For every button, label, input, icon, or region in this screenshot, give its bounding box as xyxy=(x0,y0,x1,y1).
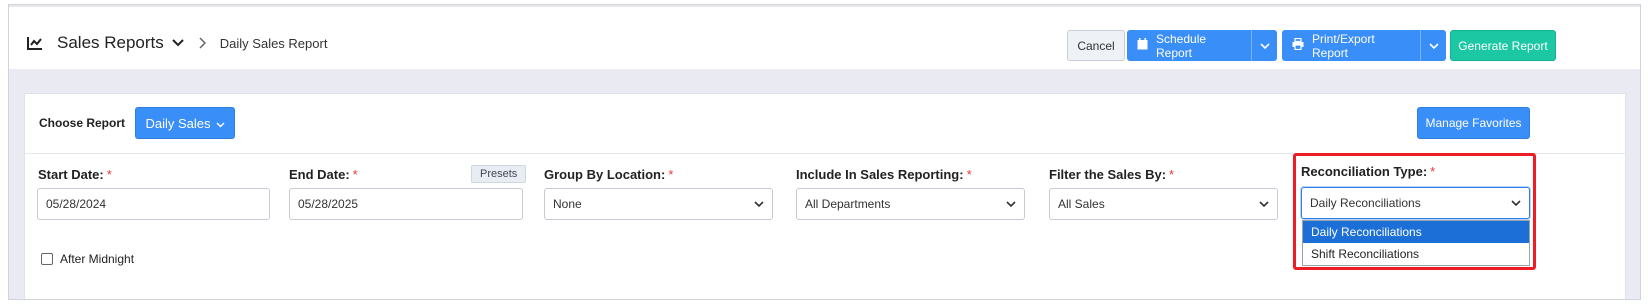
print-export-button[interactable]: Print/Export Report xyxy=(1282,30,1420,61)
end-date-label-text: End Date: xyxy=(289,167,350,182)
group-by-label-text: Group By Location: xyxy=(544,167,666,182)
start-date-input[interactable]: 05/28/2024 xyxy=(37,188,270,220)
group-by-value: None xyxy=(553,197,582,211)
chevron-down-icon[interactable] xyxy=(172,38,184,48)
filter-label: Filter the Sales By: * xyxy=(1049,167,1174,182)
chevron-down-icon xyxy=(1006,197,1016,211)
group-by-select[interactable]: None xyxy=(544,188,773,220)
chevron-down-icon xyxy=(1259,37,1270,55)
group-by-label: Group By Location: * xyxy=(544,167,673,182)
manage-favorites-button[interactable]: Manage Favorites xyxy=(1417,107,1530,139)
filter-select[interactable]: All Sales xyxy=(1049,188,1278,220)
chevron-down-icon xyxy=(1428,37,1439,55)
required-mark: * xyxy=(352,167,358,182)
include-label: Include In Sales Reporting: * xyxy=(796,167,972,182)
chevron-right-icon xyxy=(198,37,206,49)
app-frame: Sales Reports Daily Sales Report Cancel xyxy=(8,4,1641,300)
recon-type-label: Reconciliation Type: * xyxy=(1301,164,1435,179)
page-header: Sales Reports Daily Sales Report Cancel xyxy=(9,5,1640,73)
filter-value: All Sales xyxy=(1058,197,1105,211)
schedule-report-label: Schedule Report xyxy=(1156,31,1207,60)
start-date-label-text: Start Date: xyxy=(38,167,104,182)
recon-type-value: Daily Reconciliations xyxy=(1310,196,1421,210)
end-date-label: End Date: * xyxy=(289,167,358,182)
chart-line-icon xyxy=(27,36,43,50)
required-mark: * xyxy=(966,167,972,182)
required-mark: * xyxy=(668,167,674,182)
start-date-label: Start Date: * xyxy=(38,167,112,182)
cancel-button[interactable]: Cancel xyxy=(1067,30,1125,61)
print-export-button-group: Print/Export Report xyxy=(1282,30,1446,61)
breadcrumb: Sales Reports Daily Sales Report xyxy=(27,33,327,53)
required-mark: * xyxy=(1430,164,1436,179)
recon-type-select[interactable]: Daily Reconciliations xyxy=(1301,187,1530,219)
filter-label-text: Filter the Sales By: xyxy=(1049,167,1167,182)
include-label-text: Include In Sales Reporting: xyxy=(796,167,964,182)
recon-option-daily[interactable]: Daily Reconciliations xyxy=(1303,221,1529,243)
presets-button[interactable]: Presets xyxy=(471,165,527,183)
choose-report-label: Choose Report xyxy=(39,116,126,130)
after-midnight-label: After Midnight xyxy=(60,252,135,266)
breadcrumb-current: Daily Sales Report xyxy=(219,35,328,51)
chevron-down-icon xyxy=(211,116,225,131)
chevron-down-icon xyxy=(1259,197,1269,211)
print-export-caret[interactable] xyxy=(1420,30,1446,61)
include-value: All Departments xyxy=(805,197,891,211)
printer-icon xyxy=(1292,37,1312,53)
calendar-icon xyxy=(1137,38,1156,53)
recon-option-shift[interactable]: Shift Reconciliations xyxy=(1303,243,1529,265)
schedule-report-button-group: Schedule Report xyxy=(1127,30,1277,61)
end-date-input[interactable]: 05/28/2025 xyxy=(289,188,523,220)
schedule-report-caret[interactable] xyxy=(1251,30,1277,61)
page-title[interactable]: Sales Reports xyxy=(57,33,164,53)
report-selector-button[interactable]: Daily Sales xyxy=(135,107,235,139)
schedule-report-button[interactable]: Schedule Report xyxy=(1127,30,1251,61)
after-midnight-row[interactable]: After Midnight xyxy=(41,252,134,266)
generate-report-button[interactable]: Generate Report xyxy=(1450,30,1556,61)
print-export-label: Print/Export Report xyxy=(1312,31,1375,60)
recon-type-label-text: Reconciliation Type: xyxy=(1301,164,1428,179)
required-mark: * xyxy=(1169,167,1175,182)
required-mark: * xyxy=(106,167,112,182)
report-selector-label: Daily Sales xyxy=(145,115,211,131)
include-select[interactable]: All Departments xyxy=(796,188,1025,220)
chevron-down-icon xyxy=(754,197,764,211)
after-midnight-checkbox[interactable] xyxy=(41,253,53,265)
recon-type-options: Daily Reconciliations Shift Reconciliati… xyxy=(1302,220,1530,266)
chevron-down-icon xyxy=(1511,196,1521,210)
